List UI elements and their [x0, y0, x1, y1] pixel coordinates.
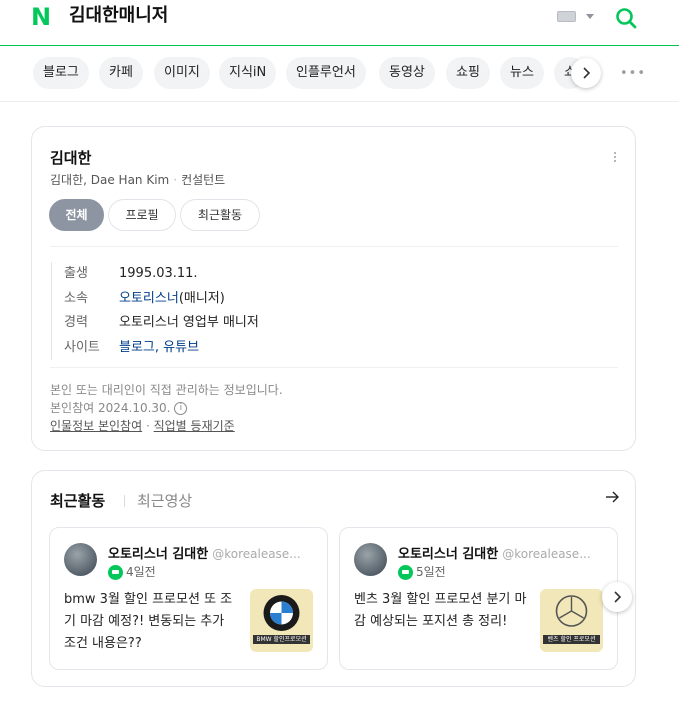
posts-next-button[interactable] [602, 582, 632, 612]
chevron-right-icon [614, 591, 622, 603]
post-handle: @korealease... [212, 547, 301, 561]
avatar[interactable] [354, 543, 387, 576]
blog-badge-icon [398, 565, 413, 580]
tab-blog[interactable]: 블로그 [33, 57, 89, 89]
post-title[interactable]: bmw 3월 할인 프로모션 또 조기 마감 예정?! 변동되는 추가 조건 내… [64, 589, 239, 655]
post-title[interactable]: 벤츠 3월 할인 프로모션 분기 마감 예상되는 포지션 총 정리! [354, 589, 529, 633]
info-row-affiliation: 소속 오토리스너(매니저) [64, 290, 225, 306]
tab-influencer[interactable]: 인플루언서 [286, 57, 366, 89]
post-thumbnail[interactable]: BMW 할인프로모션 [250, 589, 313, 652]
post-time: 4일전 [126, 565, 156, 579]
listing-criteria-link[interactable]: 직업별 등재기준 [154, 419, 235, 433]
profile-name: 김대한 [50, 149, 92, 167]
post-card[interactable]: 오토리스너 김대한 @korealease... 5일전 벤츠 3월 할인 프로모… [339, 527, 618, 670]
post-author[interactable]: 오토리스너 김대한 @korealease... [108, 543, 301, 562]
profile-notice: 본인 또는 대리인이 직접 관리하는 정보입니다. 본인참여 2024.10.3… [50, 381, 283, 435]
youtube-link[interactable]: 유튜브 [163, 340, 199, 355]
tab-all[interactable]: 전체 [49, 199, 104, 231]
kebab-menu-icon[interactable] [614, 152, 617, 164]
avatar[interactable] [64, 543, 97, 576]
arrow-right-icon[interactable] [604, 489, 620, 505]
thumbnail-caption: BMW 할인프로모션 [253, 635, 310, 644]
divider [50, 246, 618, 247]
info-row-site: 사이트 블로그, 유튜브 [64, 339, 200, 355]
post-thumbnail[interactable]: 벤츠 할인 프로모션 [540, 589, 603, 652]
divider [124, 495, 125, 507]
tab-cafe[interactable]: 카페 [99, 57, 143, 89]
tab-recent[interactable]: 최근활동 [180, 199, 260, 231]
tab-news[interactable]: 뉴스 [500, 57, 544, 89]
profile-info-list: 출생 1995.03.11. 소속 오토리스너(매니저) 경력 오토리스너 영업부 매… [51, 262, 259, 360]
info-row-birth: 출생 1995.03.11. [64, 266, 198, 281]
post-author[interactable]: 오토리스너 김대한 @korealease... [398, 543, 591, 562]
more-tabs-icon[interactable]: ••• [620, 66, 646, 81]
tab-shopping[interactable]: 쇼핑 [446, 57, 490, 89]
post-meta: 5일전 [398, 563, 446, 580]
search-header: N 김대한매니저 [0, 0, 679, 46]
self-participation-link[interactable]: 인물정보 본인참여 [50, 419, 142, 433]
post-time: 5일전 [416, 565, 446, 579]
notice-text: 본인 또는 대리인이 직접 관리하는 정보입니다. [50, 383, 283, 397]
tab-recent-activity[interactable]: 최근활동 [50, 490, 105, 511]
profile-subtitle: 김대한, Dae Han Kim · 컨설턴트 [50, 173, 226, 187]
post-carousel: 오토리스너 김대한 @korealease... 4일전 bmw 3월 할인 프로… [49, 527, 618, 670]
keyboard-icon[interactable] [557, 11, 576, 22]
activity-card: 최근활동 최근영상 오토리스너 김대한 @korealease... 4일전 bm… [31, 470, 636, 687]
thumbnail-caption: 벤츠 할인 프로모션 [543, 635, 600, 644]
participation-date: 본인참여 2024.10.30. i [50, 399, 283, 417]
chevron-right-icon [583, 67, 591, 79]
tab-recent-video[interactable]: 최근영상 [137, 490, 192, 511]
post-handle: @korealease... [502, 547, 591, 561]
footer-links: 인물정보 본인참여 · 직업별 등재기준 [50, 419, 235, 433]
tab-image[interactable]: 이미지 [154, 57, 210, 89]
search-icon[interactable] [614, 6, 638, 30]
divider [50, 367, 618, 368]
tab-profile[interactable]: 프로필 [108, 199, 176, 231]
profile-alias: 김대한, Dae Han Kim [50, 173, 170, 187]
naver-logo[interactable]: N [31, 5, 51, 29]
affiliation-link[interactable]: 오토리스너 [119, 291, 179, 306]
profile-card: 김대한 김대한, Dae Han Kim · 컨설턴트 전체 프로필 최근활동 출생… [31, 126, 636, 451]
profile-occupation: 컨설턴트 [181, 173, 226, 187]
search-query[interactable]: 김대한매니저 [69, 5, 168, 27]
info-icon[interactable]: i [174, 402, 188, 415]
tabs-next-button[interactable] [571, 58, 601, 88]
chevron-down-icon[interactable] [586, 14, 594, 19]
blog-link[interactable]: 블로그 [119, 340, 155, 355]
tab-video[interactable]: 동영상 [379, 57, 435, 89]
post-card[interactable]: 오토리스너 김대한 @korealease... 4일전 bmw 3월 할인 프로… [49, 527, 328, 670]
blog-badge-icon [108, 565, 123, 580]
info-row-career: 경력 오토리스너 영업부 매니저 [64, 315, 259, 330]
tab-kin[interactable]: 지식iN [219, 57, 277, 89]
post-meta: 4일전 [108, 563, 156, 580]
